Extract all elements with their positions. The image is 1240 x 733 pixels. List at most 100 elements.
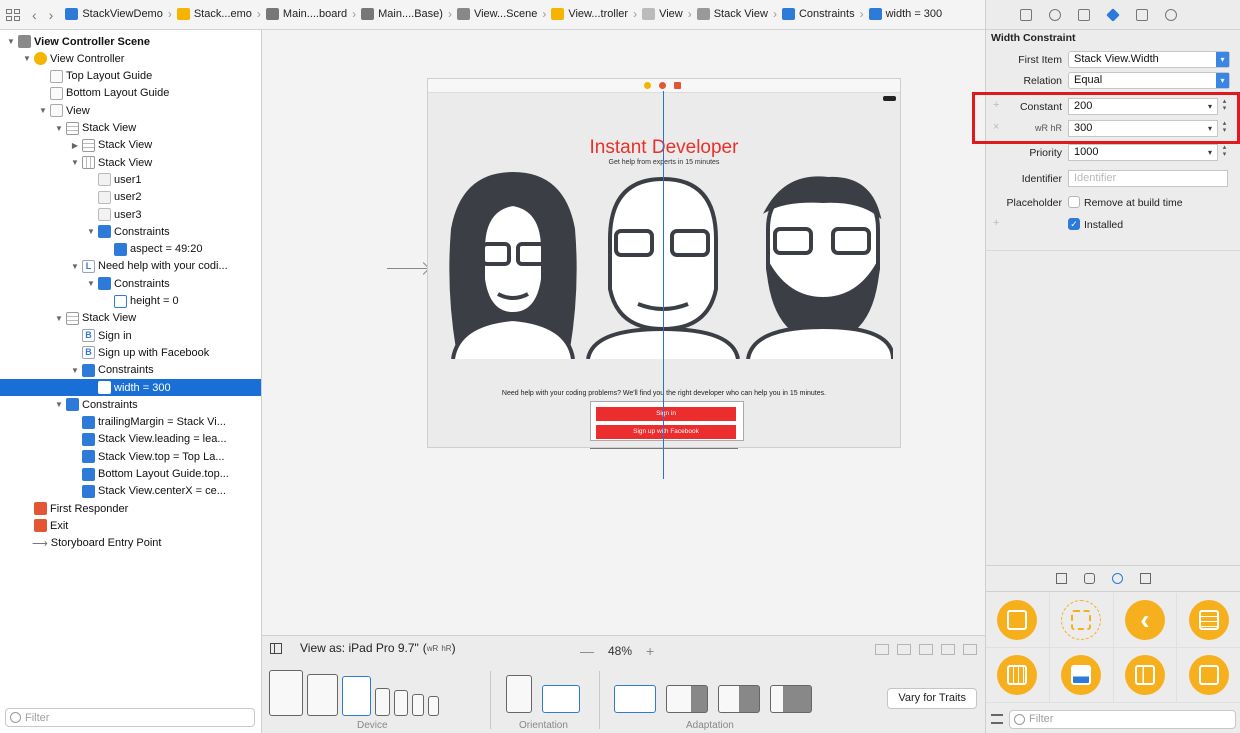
library-item[interactable] bbox=[1177, 593, 1240, 648]
adaptation-one-third-icon[interactable] bbox=[770, 685, 812, 713]
breadcrumb-item[interactable]: StackViewDemo › bbox=[65, 7, 177, 21]
library-item[interactable] bbox=[986, 593, 1050, 648]
dropdown-arrow-icon[interactable]: ▾ bbox=[1208, 145, 1212, 160]
align-icon[interactable] bbox=[919, 644, 933, 655]
outline-filter-field[interactable]: Filter bbox=[5, 708, 255, 727]
view-as-control[interactable]: View as: iPad Pro 9.7" ( wR hR ) bbox=[270, 641, 456, 655]
pin-icon[interactable] bbox=[941, 644, 955, 655]
outline-item[interactable]: Exit bbox=[0, 517, 261, 534]
outline-item[interactable]: ▶ Stack View bbox=[0, 137, 261, 154]
installed-checkbox[interactable]: ✓ bbox=[1068, 218, 1080, 230]
quick-help-icon[interactable] bbox=[1049, 8, 1061, 21]
view-controller-scene[interactable]: Instant Developer Get help from experts … bbox=[427, 78, 901, 479]
outline-item[interactable]: user3 bbox=[0, 206, 261, 223]
disclosure-triangle-icon[interactable]: ▼ bbox=[86, 279, 96, 288]
outline-item[interactable]: Stack View.centerX = ce... bbox=[0, 483, 261, 500]
sign-up-facebook-button[interactable]: Sign up with Facebook bbox=[596, 425, 736, 439]
disclosure-triangle-icon[interactable]: ▼ bbox=[70, 158, 80, 167]
outline-item[interactable]: B Sign up with Facebook bbox=[0, 344, 261, 361]
exit-dock-icon[interactable] bbox=[674, 82, 681, 89]
disclosure-triangle-icon[interactable]: ▼ bbox=[22, 54, 32, 63]
media-library-icon[interactable] bbox=[1140, 573, 1151, 584]
outline-item[interactable]: height = 0 bbox=[0, 293, 261, 310]
device-iphone-se-icon[interactable] bbox=[412, 694, 424, 716]
zoom-in-button[interactable]: + bbox=[646, 643, 654, 659]
outline-item[interactable]: aspect = 49:20 bbox=[0, 241, 261, 258]
device-iphone-icon[interactable] bbox=[394, 690, 408, 716]
embed-in-stack-icon[interactable] bbox=[875, 644, 889, 655]
code-snippet-library-icon[interactable] bbox=[1084, 573, 1095, 584]
library-item[interactable] bbox=[1049, 593, 1114, 648]
disclosure-triangle-icon[interactable]: ▼ bbox=[38, 106, 48, 115]
breadcrumb-item[interactable]: Constraints › bbox=[781, 7, 869, 21]
outline-item[interactable]: ▼ View Controller Scene bbox=[0, 33, 261, 50]
size-inspector-icon[interactable] bbox=[1136, 8, 1148, 21]
update-frames-icon[interactable] bbox=[897, 644, 911, 655]
related-items-icon[interactable] bbox=[6, 8, 20, 21]
outline-item[interactable]: First Responder bbox=[0, 500, 261, 517]
outline-item[interactable]: user1 bbox=[0, 171, 261, 188]
outline-item[interactable]: ▼ L Need help with your codi... bbox=[0, 258, 261, 275]
breadcrumb-item[interactable]: View...troller › bbox=[551, 7, 642, 21]
device-ipad-pro-12-icon[interactable] bbox=[269, 670, 303, 716]
disclosure-triangle-icon[interactable]: ▼ bbox=[54, 400, 64, 409]
user1-image[interactable] bbox=[449, 171, 577, 359]
resolve-issues-icon[interactable] bbox=[963, 644, 977, 655]
library-filter-field[interactable]: Filter bbox=[1009, 709, 1236, 729]
first-responder-dock-icon[interactable] bbox=[659, 82, 666, 89]
device-iphone-4s-icon[interactable] bbox=[428, 696, 439, 716]
connections-inspector-icon[interactable] bbox=[1165, 8, 1177, 21]
priority-stepper[interactable]: ▴ ▾ bbox=[1220, 144, 1229, 161]
outline-item[interactable]: Stack View.top = Top La... bbox=[0, 448, 261, 465]
storyboard-canvas[interactable]: Instant Developer Get help from experts … bbox=[262, 30, 985, 635]
identity-inspector-icon[interactable] bbox=[1078, 8, 1090, 21]
outline-item[interactable]: ▼ View Controller bbox=[0, 50, 261, 67]
outline-item[interactable]: Top Layout Guide bbox=[0, 68, 261, 85]
attributes-inspector-icon[interactable] bbox=[1106, 7, 1120, 22]
breadcrumb-item[interactable]: Main....Base) › bbox=[361, 7, 457, 21]
adaptation-full-icon[interactable] bbox=[614, 685, 656, 713]
breadcrumb-item[interactable]: View › bbox=[642, 7, 697, 21]
sign-in-button[interactable]: Sign in bbox=[596, 407, 736, 421]
file-inspector-icon[interactable] bbox=[1020, 8, 1032, 21]
zoom-out-button[interactable]: — bbox=[580, 643, 594, 659]
remove-at-build-checkbox[interactable] bbox=[1068, 196, 1080, 208]
outline-item[interactable]: Bottom Layout Guide bbox=[0, 85, 261, 102]
outline-item[interactable]: ▼ Constraints bbox=[0, 223, 261, 240]
library-item[interactable] bbox=[1049, 648, 1114, 703]
breadcrumb-item[interactable]: Stack...emo › bbox=[176, 7, 266, 21]
device-ipad-pro-9-icon[interactable] bbox=[342, 676, 371, 716]
toggle-outline-icon[interactable] bbox=[270, 642, 282, 654]
list-view-icon[interactable] bbox=[991, 714, 1003, 724]
outline-item[interactable]: ⟶ Storyboard Entry Point bbox=[0, 535, 261, 552]
forward-arrow-icon[interactable]: › bbox=[49, 7, 54, 23]
back-arrow-icon[interactable]: ‹ bbox=[32, 7, 37, 23]
adaptation-two-thirds-icon[interactable] bbox=[666, 685, 708, 713]
first-item-popup[interactable]: Stack View.Width ▾ bbox=[1068, 51, 1230, 68]
file-template-library-icon[interactable] bbox=[1056, 573, 1067, 584]
identifier-field[interactable]: Identifier bbox=[1068, 170, 1228, 187]
adaptation-half-icon[interactable] bbox=[718, 685, 760, 713]
vary-for-traits-button[interactable]: Vary for Traits bbox=[887, 688, 977, 709]
outline-item[interactable]: Bottom Layout Guide.top... bbox=[0, 466, 261, 483]
add-installed-variation-icon[interactable]: + bbox=[993, 217, 999, 229]
outline-item[interactable]: user2 bbox=[0, 189, 261, 206]
app-title-label[interactable]: Instant Developer bbox=[428, 137, 900, 159]
outline-item[interactable]: ▼ Constraints bbox=[0, 275, 261, 292]
relation-popup[interactable]: Equal ▾ bbox=[1068, 72, 1230, 89]
breadcrumb-item[interactable]: Stack View › bbox=[696, 7, 782, 21]
app-subtitle-label[interactable]: Get help from experts in 15 minutes bbox=[428, 159, 900, 166]
outline-item[interactable]: ▼ Constraints bbox=[0, 362, 261, 379]
developer-illustrations[interactable] bbox=[438, 169, 893, 359]
library-item[interactable] bbox=[1177, 648, 1240, 703]
outline-item[interactable]: ▼ View bbox=[0, 102, 261, 119]
disclosure-triangle-icon[interactable]: ▼ bbox=[6, 37, 16, 46]
portrait-orientation-icon[interactable] bbox=[506, 675, 532, 713]
outline-item[interactable]: ▼ Stack View bbox=[0, 154, 261, 171]
disclosure-triangle-icon[interactable]: ▶ bbox=[70, 141, 80, 150]
outline-item[interactable]: ▼ Stack View bbox=[0, 310, 261, 327]
library-item[interactable]: ‹ bbox=[1113, 593, 1178, 648]
disclosure-triangle-icon[interactable]: ▼ bbox=[54, 314, 64, 323]
object-library-icon[interactable] bbox=[1112, 573, 1123, 584]
outline-item[interactable]: ▼ Stack View bbox=[0, 120, 261, 137]
